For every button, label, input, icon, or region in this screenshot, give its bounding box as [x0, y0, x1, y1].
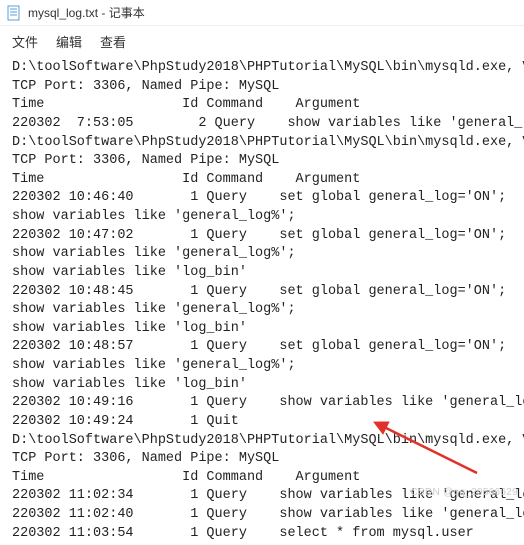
log-line: 220302 7:53:05 2 Query show variables li… — [12, 116, 524, 131]
log-line: 220302 11:03:54 1 Query select * from my… — [12, 526, 474, 541]
log-line: 220302 10:49:24 1 Quit — [12, 414, 239, 429]
titlebar: mysql_log.txt - 记事本 — [0, 0, 524, 26]
watermark: CSDN @qq_29566629 — [410, 487, 518, 498]
menu-file[interactable]: 文件 — [12, 32, 38, 51]
log-line: Time Id Command Argument — [12, 97, 360, 112]
menu-edit[interactable]: 编辑 — [56, 32, 82, 51]
log-line: show variables like 'log_bin' — [12, 265, 247, 280]
log-line: TCP Port: 3306, Named Pipe: MySQL — [12, 79, 279, 94]
log-line: show variables like 'general_log%'; — [12, 302, 296, 317]
log-line: show variables like 'general_log%'; — [12, 246, 296, 261]
log-line: 220302 10:46:40 1 Query set global gener… — [12, 190, 506, 205]
text-content[interactable]: D:\toolSoftware\PhpStudy2018\PHPTutorial… — [0, 57, 524, 545]
menu-view[interactable]: 查看 — [100, 32, 126, 51]
log-line: 220302 10:48:45 1 Query set global gener… — [12, 284, 506, 299]
window-title: mysql_log.txt - 记事本 — [28, 4, 145, 21]
log-line: D:\toolSoftware\PhpStudy2018\PHPTutorial… — [12, 60, 524, 75]
log-line: 220302 10:47:02 1 Query set global gener… — [12, 228, 506, 243]
log-line: D:\toolSoftware\PhpStudy2018\PHPTutorial… — [12, 135, 524, 150]
notepad-icon — [6, 5, 22, 21]
log-line: show variables like 'log_bin' — [12, 321, 247, 336]
log-line: 220302 10:48:57 1 Query set global gener… — [12, 339, 506, 354]
log-line: 220302 11:02:40 1 Query show variables l… — [12, 507, 524, 522]
log-line: show variables like 'log_bin' — [12, 377, 247, 392]
log-line: 220302 10:49:16 1 Query show variables l… — [12, 395, 524, 410]
log-line: Time Id Command Argument — [12, 470, 360, 485]
menubar: 文件 编辑 查看 — [0, 26, 524, 57]
log-line: TCP Port: 3306, Named Pipe: MySQL — [12, 153, 279, 168]
log-line: Time Id Command Argument — [12, 172, 360, 187]
log-line: show variables like 'general_log%'; — [12, 209, 296, 224]
log-line: D:\toolSoftware\PhpStudy2018\PHPTutorial… — [12, 433, 524, 448]
log-line: show variables like 'general_log%'; — [12, 358, 296, 373]
log-line: TCP Port: 3306, Named Pipe: MySQL — [12, 451, 279, 466]
